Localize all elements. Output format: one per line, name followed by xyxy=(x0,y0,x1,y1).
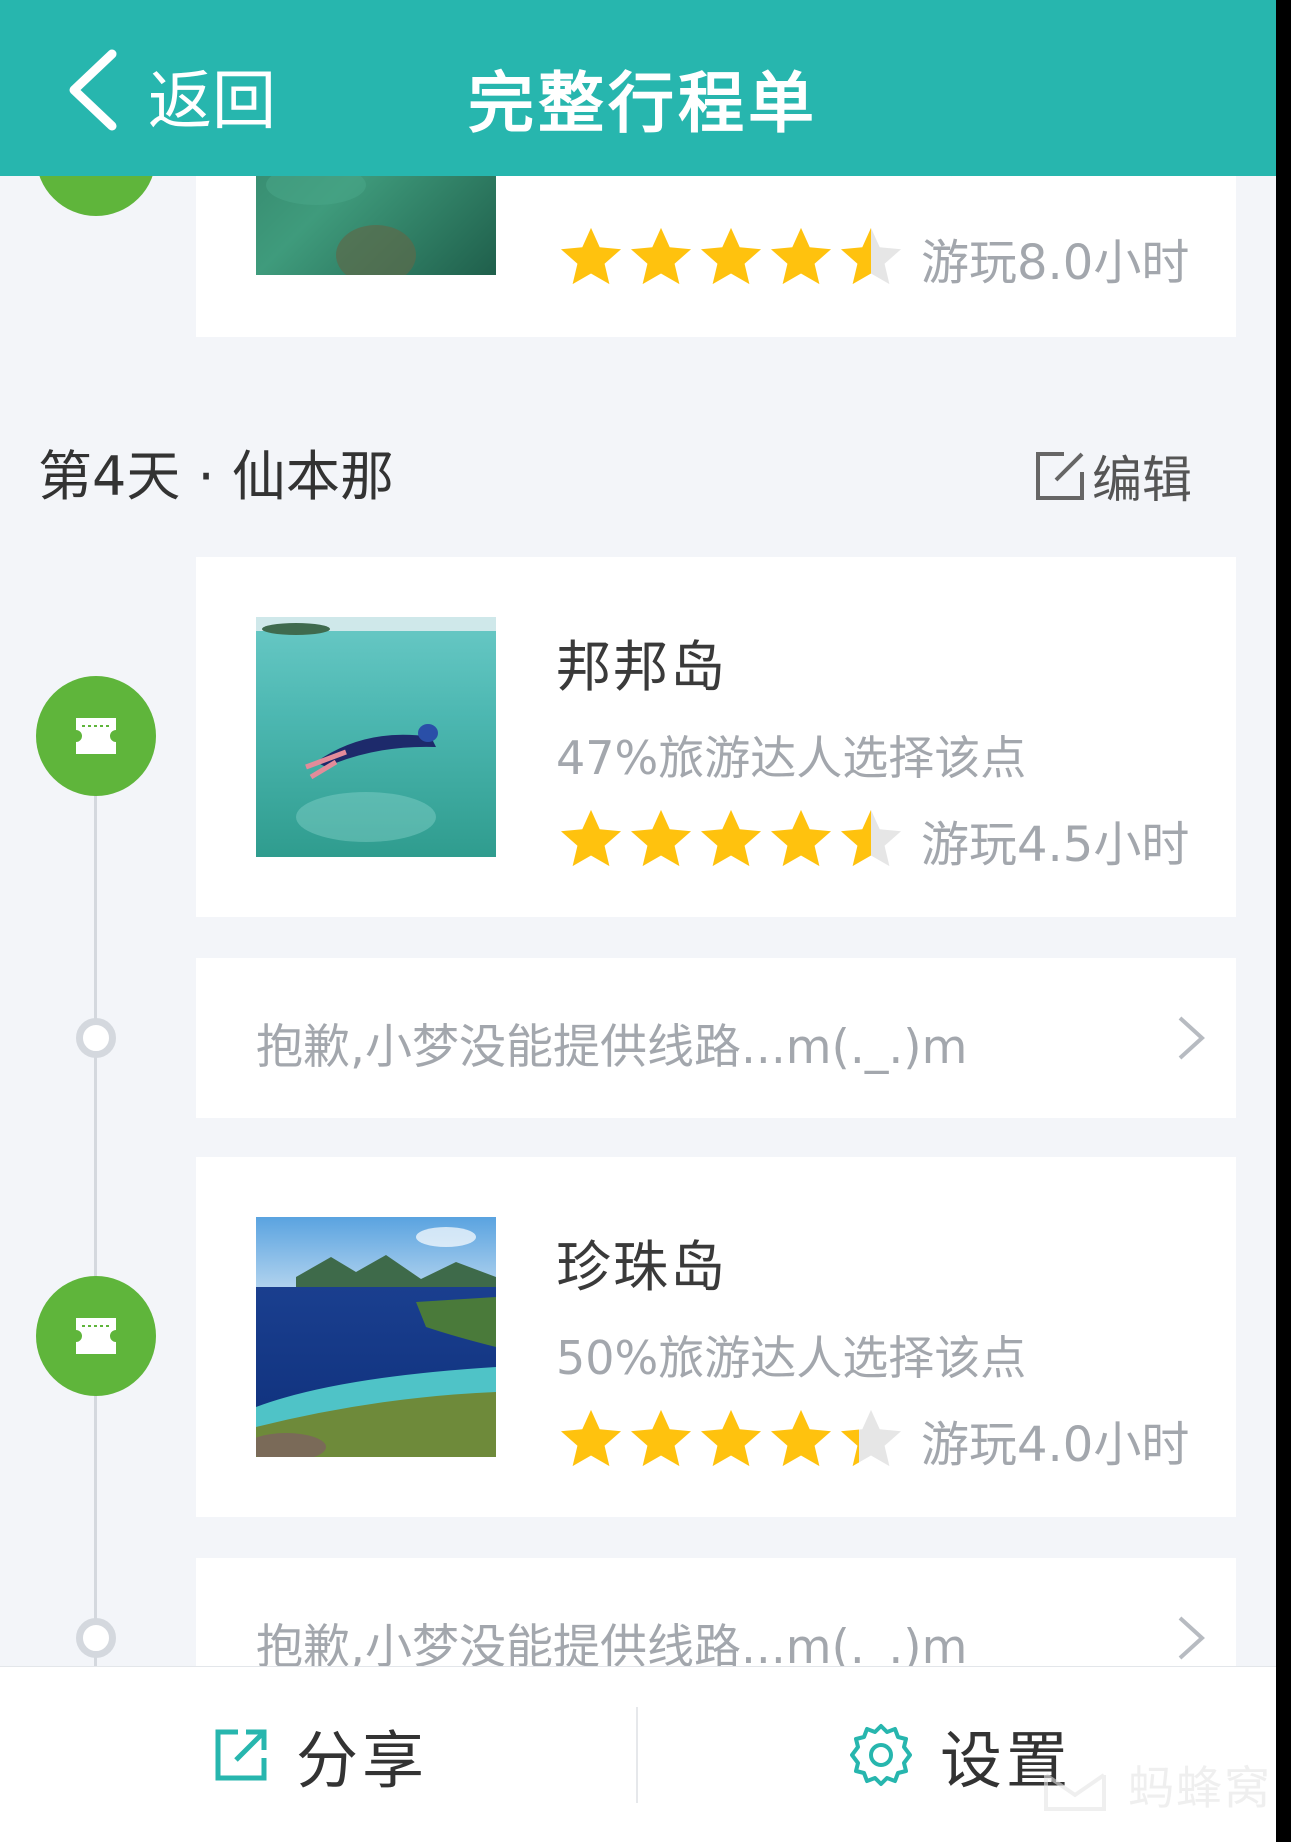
spot-card[interactable]: 邦邦岛 47%旅游达人选择该点 游玩4.5小时 xyxy=(196,557,1236,917)
star-icon xyxy=(560,227,622,285)
spot-name: 珍珠岛 xyxy=(556,1235,728,1299)
itinerary-screen: 81%旅游达人选择该点 游玩8.0小时 返回 完整行程单 第4天 · 仙本那 编… xyxy=(0,0,1276,1842)
star-icon xyxy=(560,809,622,867)
edit-icon[interactable] xyxy=(1034,450,1086,502)
timeline-spot-node xyxy=(36,1276,156,1396)
spot-duration: 游玩4.0小时 xyxy=(921,1417,1190,1473)
rating-stars xyxy=(556,807,906,869)
nav-header: 返回 完整行程单 xyxy=(0,0,1276,176)
gear-icon[interactable] xyxy=(848,1722,914,1788)
watermark-text: 蚂蜂窝 xyxy=(1128,1761,1272,1815)
edit-button[interactable]: 编辑 xyxy=(1034,440,1192,512)
back-button[interactable] xyxy=(62,48,122,136)
spot-thumbnail xyxy=(256,1217,496,1457)
timeline-spot-node xyxy=(36,676,156,796)
toolbar-divider xyxy=(636,1707,638,1803)
back-chevron-icon[interactable] xyxy=(62,48,122,132)
star-icon xyxy=(700,809,762,867)
day-title: 第4天 · 仙本那 xyxy=(38,445,394,508)
spot-name: 邦邦岛 xyxy=(556,635,728,699)
share-icon[interactable] xyxy=(212,1726,270,1784)
back-label[interactable]: 返回 xyxy=(148,50,276,142)
spot-percentage: 50%旅游达人选择该点 xyxy=(556,1331,1027,1385)
settings-button[interactable]: 设置 xyxy=(848,1667,1072,1842)
edit-label[interactable]: 编辑 xyxy=(1092,440,1192,512)
timeline-route-node xyxy=(76,1018,116,1058)
rating-stars xyxy=(556,1407,906,1469)
spot-duration: 游玩8.0小时 xyxy=(921,235,1190,291)
star-icon xyxy=(770,227,832,285)
star-icon xyxy=(630,1409,692,1467)
chevron-right-icon[interactable] xyxy=(1176,1614,1206,1662)
spot-percentage: 47%旅游达人选择该点 xyxy=(556,731,1027,785)
mafengwo-logo-icon xyxy=(1044,1773,1106,1811)
star-icon xyxy=(770,1409,832,1467)
rating-stars xyxy=(556,225,906,287)
watermark-logo: 蚂蜂窝 xyxy=(1040,1752,1272,1818)
timeline-route-node xyxy=(76,1618,116,1658)
star-icon xyxy=(840,1409,902,1467)
spot-duration: 游玩4.5小时 xyxy=(921,817,1190,873)
spot-thumbnail xyxy=(256,617,496,857)
star-icon xyxy=(560,1409,622,1467)
star-icon xyxy=(700,1409,762,1467)
star-icon xyxy=(630,809,692,867)
route-card[interactable]: 抱歉,小梦没能提供线路...m(._.)m xyxy=(196,958,1236,1118)
route-text: 抱歉,小梦没能提供线路...m(._.)m xyxy=(256,1020,968,1075)
star-icon xyxy=(770,809,832,867)
star-icon xyxy=(840,227,902,285)
page-title: 完整行程单 xyxy=(468,65,818,142)
chevron-right-icon[interactable] xyxy=(1176,1014,1206,1062)
share-label[interactable]: 分享 xyxy=(296,1710,428,1800)
star-icon xyxy=(840,809,902,867)
ticket-icon xyxy=(76,718,116,754)
star-icon xyxy=(630,227,692,285)
star-icon xyxy=(700,227,762,285)
ticket-icon xyxy=(76,1318,116,1354)
spot-card[interactable]: 珍珠岛 50%旅游达人选择该点 游玩4.0小时 xyxy=(196,1157,1236,1517)
share-button[interactable]: 分享 xyxy=(212,1667,428,1842)
